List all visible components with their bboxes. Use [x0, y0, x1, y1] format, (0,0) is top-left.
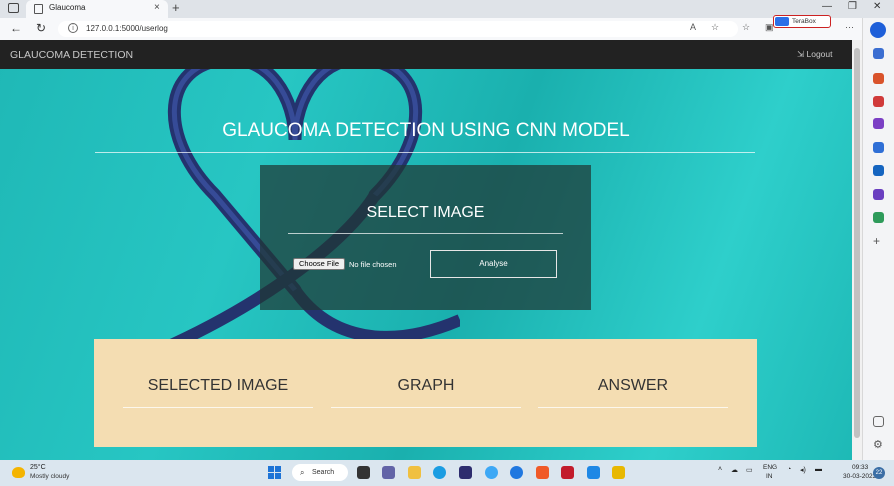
file-explorer-icon[interactable] — [408, 466, 421, 479]
task-view-icon[interactable] — [357, 466, 370, 479]
search-icon[interactable] — [873, 48, 884, 59]
tab-title: Glaucoma — [49, 3, 86, 12]
choose-file-button[interactable]: Choose File — [293, 258, 345, 270]
start-icon[interactable] — [268, 466, 281, 479]
language-code[interactable]: ENG — [763, 464, 777, 471]
logout-link[interactable]: ⇲ Logout — [797, 49, 832, 60]
edge-icon[interactable] — [433, 466, 446, 479]
brand[interactable]: GLAUCOMA DETECTION — [10, 49, 133, 61]
search-label: Search — [312, 469, 335, 476]
bing-icon[interactable] — [870, 22, 886, 38]
terabox-label: TeraBox — [792, 18, 816, 25]
restore-icon[interactable]: ❐ — [848, 1, 857, 12]
minimize-icon[interactable]: — — [822, 1, 832, 12]
answer-column: ANSWER — [538, 339, 728, 447]
web-page: GLAUCOMA DETECTION ⇲ Logout GLAUCOMA DET… — [0, 40, 852, 460]
panel-divider — [288, 233, 563, 234]
graph-heading: GRAPH — [397, 377, 455, 394]
title-divider — [95, 152, 755, 153]
sidebar-layout-icon[interactable] — [873, 416, 884, 427]
designer-icon[interactable] — [873, 189, 884, 200]
read-aloud-icon[interactable]: A — [690, 22, 696, 32]
refresh-icon[interactable]: ↻ — [36, 21, 46, 35]
terabox-extension[interactable]: TeraBox — [773, 15, 831, 28]
weather-icon[interactable] — [12, 467, 25, 478]
address-bar: ← ↻ i 127.0.0.1:5000/userlog A ☆ ☆ ▣ ⋯ — [0, 18, 894, 40]
url-text: 127.0.0.1:5000/userlog — [86, 24, 168, 33]
close-window-icon[interactable]: ✕ — [873, 1, 881, 12]
tools-icon[interactable] — [873, 96, 884, 107]
notification-badge[interactable]: 22 — [873, 467, 885, 479]
back-icon[interactable]: ← — [10, 21, 22, 35]
weather-condition[interactable]: Mostly cloudy — [30, 473, 69, 480]
answer-heading: ANSWER — [597, 377, 669, 394]
games-icon[interactable] — [873, 118, 884, 129]
file-status: No file chosen — [349, 260, 397, 269]
favorites-icon[interactable]: ☆ — [742, 22, 750, 33]
close-tab-icon[interactable]: × — [154, 2, 160, 13]
results-panel: SELECTED IMAGE GRAPH ANSWER — [94, 339, 757, 447]
analyse-button[interactable]: Analyse — [430, 250, 557, 278]
column-divider — [538, 407, 728, 408]
drop-icon[interactable] — [873, 212, 884, 223]
url-field[interactable]: i 127.0.0.1:5000/userlog — [58, 21, 738, 37]
clock-date[interactable]: 30-03-2023 — [843, 473, 876, 480]
vlc-icon[interactable] — [612, 466, 625, 479]
taskbar: 25°C Mostly cloudy ⌕ Search ˄ ☁ ▭ ENG IN… — [0, 460, 894, 486]
workspaces-icon[interactable] — [8, 3, 19, 13]
navbar: GLAUCOMA DETECTION ⇲ Logout — [0, 40, 852, 69]
column-divider — [123, 407, 313, 408]
edge-sidebar: + ⚙ — [862, 18, 894, 460]
terabox-icon — [775, 17, 789, 26]
more-icon[interactable]: ⋯ — [845, 22, 854, 33]
page-icon — [34, 4, 43, 14]
new-tab-icon[interactable]: + — [172, 0, 180, 15]
panel-title: SELECT IMAGE — [366, 204, 485, 221]
browser-tab[interactable]: Glaucoma × — [26, 0, 168, 18]
screen-recorder-icon[interactable] — [561, 466, 574, 479]
battery-saver-icon[interactable]: ▭ — [746, 466, 753, 474]
tab-bar: Glaucoma × + — ❐ ✕ — [0, 0, 894, 18]
brave-icon[interactable] — [536, 466, 549, 479]
scrollbar[interactable] — [852, 40, 862, 460]
outlook-icon[interactable] — [873, 165, 884, 176]
vscode-icon[interactable] — [587, 466, 600, 479]
battery-icon[interactable]: ▬ — [815, 466, 822, 473]
info-icon[interactable]: i — [68, 23, 78, 33]
language-region[interactable]: IN — [766, 473, 773, 480]
media-player-icon[interactable] — [510, 466, 523, 479]
wifi-icon[interactable]: ◔ — [787, 466, 791, 473]
cloud-icon[interactable]: ☁ — [731, 466, 738, 474]
python-icon[interactable] — [485, 466, 498, 479]
selected-image-heading: SELECTED IMAGE — [147, 377, 289, 394]
selected-image-column: SELECTED IMAGE — [123, 339, 313, 447]
shopping-icon[interactable] — [873, 73, 884, 84]
upload-panel: SELECT IMAGE Choose File No file chosen … — [260, 165, 591, 310]
search-icon: ⌕ — [300, 468, 305, 477]
office-icon[interactable] — [873, 142, 884, 153]
taskbar-search[interactable]: ⌕ Search — [292, 464, 348, 481]
store-icon[interactable] — [459, 466, 472, 479]
chat-icon[interactable] — [382, 466, 395, 479]
temperature[interactable]: 25°C — [30, 464, 46, 471]
add-favorite-icon[interactable]: ☆ — [711, 22, 719, 33]
settings-icon[interactable]: ⚙ — [873, 438, 884, 451]
clock-time[interactable]: 09:33 — [852, 464, 868, 471]
add-icon[interactable]: + — [873, 234, 884, 248]
page-title: GLAUCOMA DETECTION USING CNN MODEL — [222, 120, 630, 141]
chevron-up-icon[interactable]: ˄ — [718, 466, 722, 473]
scrollbar-thumb[interactable] — [854, 48, 860, 438]
column-divider — [331, 407, 521, 408]
graph-column: GRAPH — [331, 339, 521, 447]
volume-icon[interactable]: ◂) — [800, 466, 806, 474]
